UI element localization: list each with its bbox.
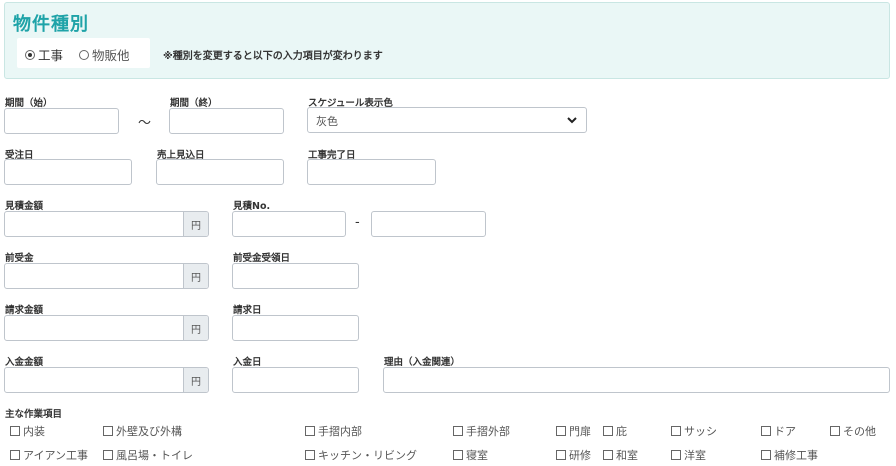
- checkbox-label: その他: [843, 425, 876, 438]
- checkbox-icon[interactable]: [453, 426, 463, 436]
- period-start-label: 期間（始）: [5, 98, 53, 109]
- schedule-color-select[interactable]: 灰色: [307, 107, 587, 133]
- checkbox-bedroom[interactable]: 寝室: [453, 447, 488, 463]
- estimate-amount-input[interactable]: 円: [4, 211, 209, 237]
- checkbox-label: 手摺外部: [466, 425, 510, 438]
- checkbox-sash[interactable]: サッシ: [671, 423, 717, 439]
- radio-merchandise-label: 物販他: [92, 48, 130, 63]
- deposit-amount-input[interactable]: 円: [4, 367, 209, 393]
- period-end-input[interactable]: [169, 108, 284, 134]
- checkbox-door[interactable]: ドア: [761, 423, 796, 439]
- period-end-label: 期間（終）: [170, 98, 218, 109]
- sales-expected-date-input[interactable]: [156, 159, 284, 185]
- checkbox-icon[interactable]: [830, 426, 840, 436]
- completion-date-input[interactable]: [307, 159, 436, 185]
- period-range-separator: 〜: [138, 116, 152, 131]
- checkbox-label: 門扉: [569, 425, 591, 438]
- estimate-no-separator: -: [355, 215, 360, 230]
- checkbox-icon[interactable]: [305, 426, 315, 436]
- checkbox-interior[interactable]: 内装: [10, 423, 45, 439]
- advance-label: 前受金: [5, 253, 34, 264]
- chevron-down-icon: [567, 117, 577, 124]
- checkbox-kitchen-living[interactable]: キッチン・リビング: [305, 447, 417, 463]
- checkbox-label: 風呂場・トイレ: [116, 449, 193, 462]
- checkbox-gate[interactable]: 門扉: [556, 423, 591, 439]
- yen-unit: 円: [183, 264, 208, 288]
- radio-construction[interactable]: 工事: [25, 45, 63, 64]
- checkbox-icon[interactable]: [761, 450, 771, 460]
- checkbox-label: 和室: [616, 449, 638, 462]
- checkbox-label: 庇: [616, 425, 627, 438]
- deposit-amount-label: 入金金額: [5, 357, 44, 368]
- checkbox-repair-work[interactable]: 補修工事: [761, 447, 818, 463]
- checkbox-label: 外壁及び外構: [116, 425, 182, 438]
- radio-construction-label: 工事: [38, 48, 64, 63]
- checkbox-label: サッシ: [684, 425, 717, 438]
- invoice-date-label: 請求日: [233, 305, 262, 316]
- advance-date-input[interactable]: [232, 263, 359, 289]
- property-type-radio-group: 工事 物販他: [17, 38, 150, 68]
- checkbox-label: 補修工事: [774, 449, 818, 462]
- checkbox-icon[interactable]: [103, 426, 113, 436]
- estimate-no-label: 見積No.: [233, 201, 271, 212]
- period-start-input[interactable]: [4, 108, 119, 134]
- checkbox-label: 手摺内部: [318, 425, 362, 438]
- reason-label: 理由（入金関連）: [384, 357, 461, 368]
- schedule-color-value: 灰色: [316, 115, 338, 128]
- deposit-date-label: 入金日: [233, 357, 262, 368]
- checkbox-icon[interactable]: [671, 450, 681, 460]
- invoice-amount-label: 請求金額: [5, 305, 44, 316]
- checkbox-icon[interactable]: [305, 450, 315, 460]
- yen-unit: 円: [183, 212, 208, 236]
- checkbox-exterior[interactable]: 外壁及び外構: [103, 423, 182, 439]
- yen-unit: 円: [183, 316, 208, 340]
- deposit-date-input[interactable]: [232, 367, 359, 393]
- checkbox-icon[interactable]: [556, 426, 566, 436]
- work-items-label: 主な作業項目: [5, 409, 63, 420]
- estimate-no-input-2[interactable]: [371, 211, 486, 237]
- property-type-panel: 物件種別 工事 物販他 ※種別を変更すると以下の入力項目が変わります: [4, 2, 890, 79]
- checkbox-icon[interactable]: [10, 426, 20, 436]
- checkbox-icon[interactable]: [603, 426, 613, 436]
- radio-selected-icon[interactable]: [25, 49, 35, 60]
- checkbox-icon[interactable]: [103, 450, 113, 460]
- checkbox-icon[interactable]: [10, 450, 20, 460]
- checkbox-other[interactable]: その他: [830, 423, 876, 439]
- checkbox-label: キッチン・リビング: [318, 449, 417, 462]
- type-change-note: ※種別を変更すると以下の入力項目が変わります: [163, 51, 383, 62]
- estimate-amount-label: 見積金額: [5, 201, 44, 212]
- checkbox-handrail-outside[interactable]: 手摺外部: [453, 423, 510, 439]
- checkbox-iron-work[interactable]: アイアン工事: [10, 447, 88, 463]
- property-type-title: 物件種別: [13, 14, 89, 35]
- checkbox-icon[interactable]: [603, 450, 613, 460]
- checkbox-eaves[interactable]: 庇: [603, 423, 627, 439]
- checkbox-bath-toilet[interactable]: 風呂場・トイレ: [103, 447, 193, 463]
- checkbox-handrail-inside[interactable]: 手摺内部: [305, 423, 362, 439]
- advance-date-label: 前受金受領日: [233, 253, 291, 264]
- invoice-amount-input[interactable]: 円: [4, 315, 209, 341]
- checkbox-western-room[interactable]: 洋室: [671, 447, 706, 463]
- checkbox-icon[interactable]: [556, 450, 566, 460]
- order-date-input[interactable]: [4, 159, 132, 185]
- checkbox-training[interactable]: 研修: [556, 447, 591, 463]
- checkbox-label: アイアン工事: [23, 449, 89, 462]
- radio-merchandise[interactable]: 物販他: [79, 45, 130, 64]
- checkbox-label: 寝室: [466, 449, 488, 462]
- checkbox-icon[interactable]: [761, 426, 771, 436]
- yen-unit: 円: [183, 368, 208, 392]
- checkbox-icon[interactable]: [671, 426, 681, 436]
- estimate-no-input-1[interactable]: [232, 211, 346, 237]
- checkbox-label: 研修: [569, 449, 591, 462]
- checkbox-label: 洋室: [684, 449, 706, 462]
- checkbox-label: ドア: [774, 425, 796, 438]
- checkbox-japanese-room[interactable]: 和室: [603, 447, 638, 463]
- advance-input[interactable]: 円: [4, 263, 209, 289]
- checkbox-icon[interactable]: [453, 450, 463, 460]
- reason-input[interactable]: [383, 367, 890, 393]
- checkbox-label: 内装: [23, 425, 45, 438]
- invoice-date-input[interactable]: [232, 315, 359, 341]
- radio-unselected-icon[interactable]: [79, 49, 89, 60]
